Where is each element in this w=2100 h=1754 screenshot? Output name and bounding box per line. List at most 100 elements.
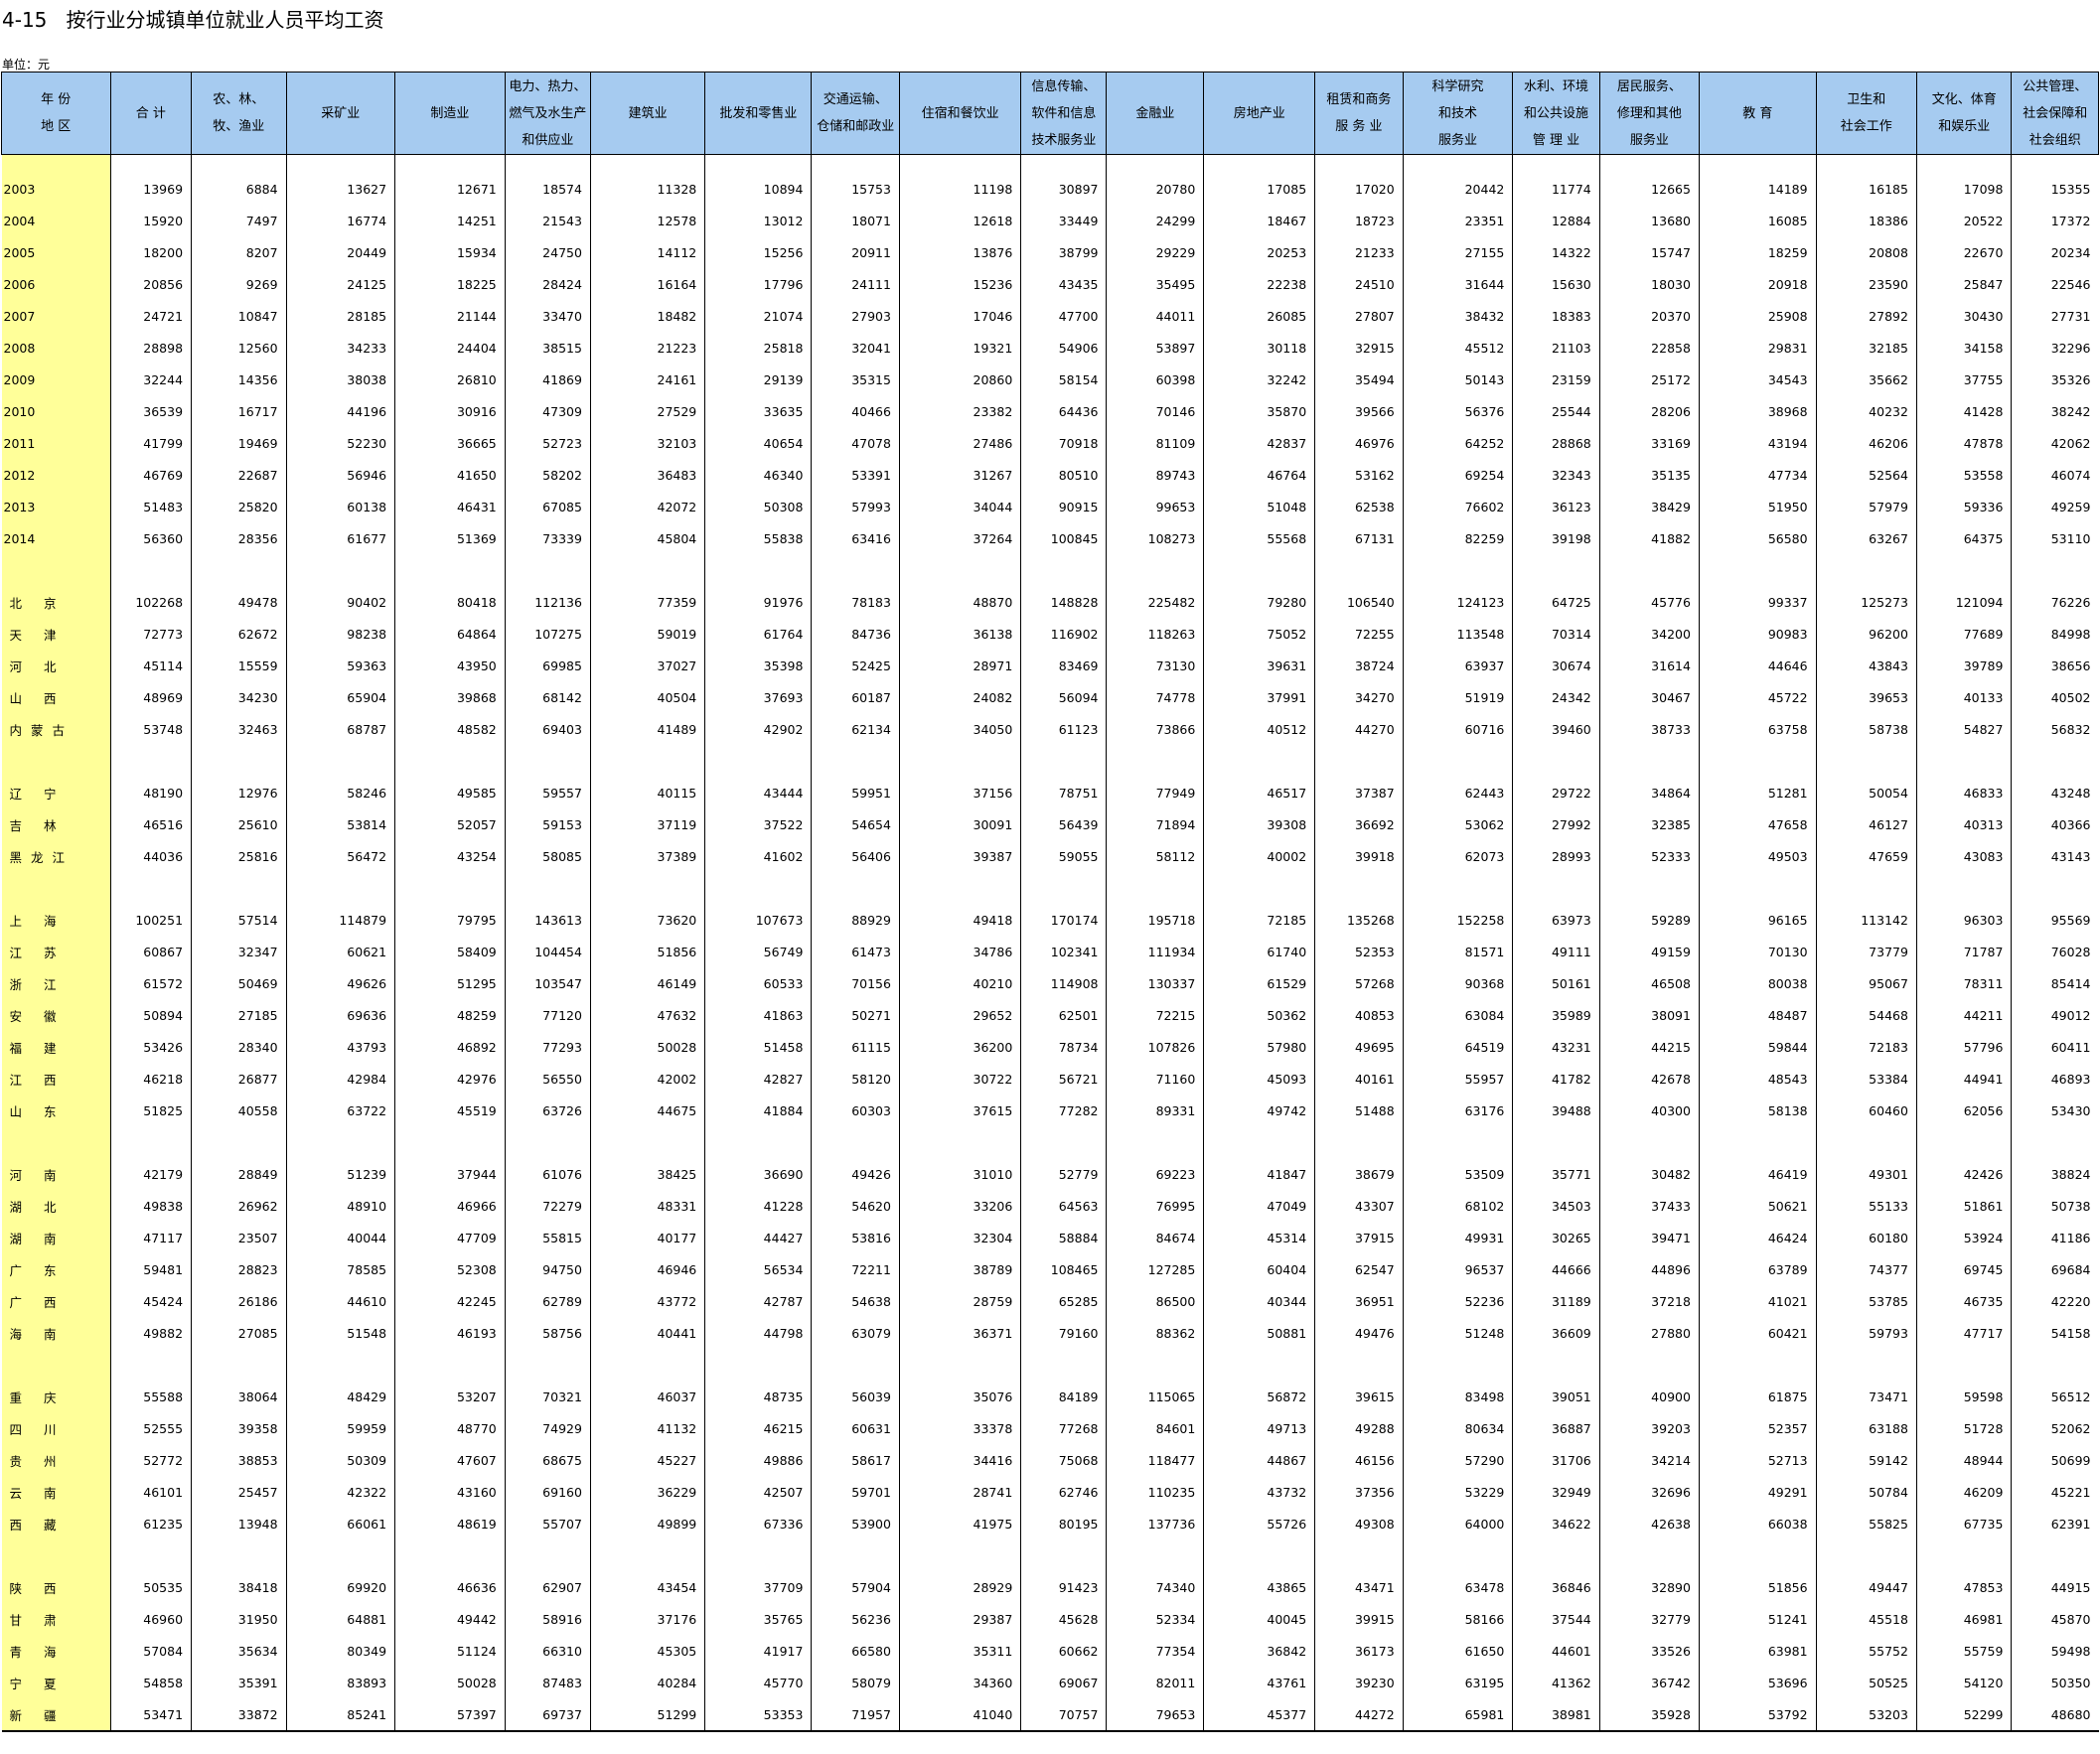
table-row: 广 西 45424 26186 44610 42245 62789 43772 42787 54…	[1, 1285, 2099, 1317]
wage-value: 49288	[1314, 1412, 1404, 1444]
empty-cell	[1020, 1539, 1107, 1571]
wage-value: 15753	[811, 154, 900, 205]
wage-value: 56534	[704, 1253, 812, 1285]
wage-value: 57796	[1915, 1031, 2012, 1063]
table-row: 2010 36539 16717 44196 30916 47309 27529 33635 4…	[1, 395, 2099, 427]
wage-value: 61473	[811, 936, 900, 967]
row-label-cell	[1, 1349, 111, 1381]
wage-value: 39915	[1314, 1603, 1404, 1635]
wage-value: 69636	[285, 999, 395, 1031]
wage-value: 38733	[1598, 713, 1700, 745]
wage-value: 44610	[285, 1285, 395, 1317]
wage-value: 137736	[1106, 1508, 1204, 1539]
region-label: 新 疆	[1, 1698, 111, 1732]
column-header-line: 合 计	[135, 105, 166, 121]
wage-value: 41362	[1512, 1667, 1600, 1698]
wage-value: 54468	[1815, 999, 1917, 1031]
wage-value: 77354	[1106, 1635, 1204, 1667]
wage-value: 37615	[898, 1095, 1021, 1126]
wage-value: 108465	[1020, 1253, 1107, 1285]
wage-value: 15920	[109, 205, 192, 236]
wage-value: 25457	[191, 1476, 287, 1508]
wage-value: 55568	[1203, 522, 1315, 554]
row-label-cell	[1, 554, 111, 586]
wage-value: 45770	[704, 1667, 812, 1698]
wage-value: 49585	[394, 777, 506, 808]
empty-cell	[1020, 1126, 1107, 1158]
column-header: 住宿和餐饮业	[898, 72, 1022, 155]
wage-value: 42976	[394, 1063, 506, 1095]
wage-value: 59498	[2011, 1635, 2099, 1667]
wage-value: 121094	[1915, 586, 2012, 618]
empty-cell	[811, 745, 900, 777]
wage-value: 46764	[1203, 459, 1315, 491]
wage-value: 69745	[1915, 1253, 2012, 1285]
wage-value: 11774	[1512, 154, 1600, 205]
wage-value: 62538	[1314, 491, 1404, 522]
region-label: 辽 宁	[1, 777, 111, 808]
wage-value: 102268	[109, 586, 192, 618]
wage-value: 57904	[811, 1571, 900, 1603]
wage-value: 38656	[2011, 650, 2099, 681]
wage-value: 135268	[1314, 904, 1404, 936]
year-label: 2007	[1, 300, 111, 332]
wage-value: 39653	[1815, 681, 1917, 713]
empty-cell	[109, 745, 192, 777]
wage-value: 24299	[1106, 205, 1204, 236]
column-header-line: 社会组织	[2028, 132, 2081, 148]
wage-value: 51856	[589, 936, 705, 967]
empty-cell	[898, 745, 1021, 777]
wage-value: 68142	[504, 681, 591, 713]
wage-value: 21144	[394, 300, 506, 332]
wage-value: 40300	[1598, 1095, 1700, 1126]
column-header-line: 服务业	[1438, 132, 1478, 148]
wage-value: 77689	[1915, 618, 2012, 650]
wage-value: 27085	[191, 1317, 287, 1349]
wage-value: 63267	[1815, 522, 1917, 554]
wage-value: 28898	[109, 332, 192, 364]
wage-value: 56512	[2011, 1381, 2099, 1412]
wage-value: 58079	[811, 1667, 900, 1698]
wage-value: 41040	[898, 1698, 1021, 1732]
spacer-row	[1, 1539, 2099, 1571]
empty-cell	[589, 1349, 705, 1381]
wage-value: 36887	[1512, 1412, 1600, 1444]
empty-cell	[1915, 872, 2012, 904]
wage-value: 37915	[1314, 1222, 1404, 1253]
wage-value: 40558	[191, 1095, 287, 1126]
wage-value: 48543	[1698, 1063, 1817, 1095]
wage-value: 37991	[1203, 681, 1315, 713]
wage-value: 51248	[1402, 1317, 1513, 1349]
table-row: 河 北 45114 15559 59363 43950 69985 37027 35398 52…	[1, 650, 2099, 681]
wage-value: 67085	[504, 491, 591, 522]
wage-value: 56406	[811, 840, 900, 872]
wage-value: 32385	[1598, 808, 1700, 840]
wage-value: 36371	[898, 1317, 1021, 1349]
empty-cell	[1698, 1539, 1817, 1571]
region-label: 北 京	[1, 586, 111, 618]
wage-value: 90983	[1698, 618, 1817, 650]
wage-value: 77359	[589, 586, 705, 618]
wage-value: 50738	[2011, 1190, 2099, 1222]
wage-value: 110235	[1106, 1476, 1204, 1508]
wage-value: 79160	[1020, 1317, 1107, 1349]
wage-value: 49838	[109, 1190, 192, 1222]
wage-value: 53110	[2011, 522, 2099, 554]
wage-value: 89331	[1106, 1095, 1204, 1126]
wage-value: 38853	[191, 1444, 287, 1476]
wage-value: 49426	[811, 1158, 900, 1190]
wage-value: 41428	[1915, 395, 2012, 427]
wage-value: 63188	[1815, 1412, 1917, 1444]
wage-value: 32347	[191, 936, 287, 967]
wage-value: 40044	[285, 1222, 395, 1253]
wage-value: 11198	[898, 154, 1021, 205]
wage-value: 33872	[191, 1698, 287, 1732]
empty-cell	[1106, 745, 1204, 777]
wage-value: 59844	[1698, 1031, 1817, 1063]
wage-value: 45776	[1598, 586, 1700, 618]
wage-value: 35494	[1314, 364, 1404, 395]
table-row: 2012 46769 22687 56946 41650 58202 36483 46340 5…	[1, 459, 2099, 491]
wage-value: 62789	[504, 1285, 591, 1317]
table-row: 上 海 100251 57514 114879 79795 143613 73620 1076…	[1, 904, 2099, 936]
wage-value: 32779	[1598, 1603, 1700, 1635]
